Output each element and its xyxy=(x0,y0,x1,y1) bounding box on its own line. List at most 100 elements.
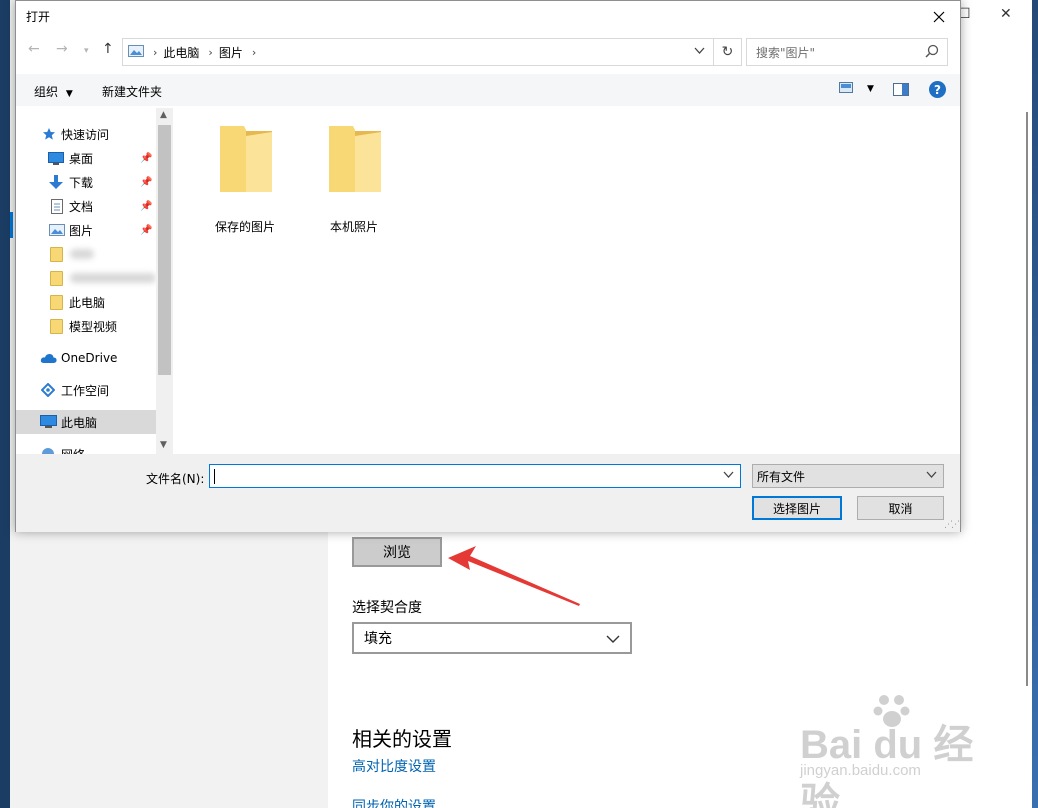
search-input[interactable]: 搜索"图片" xyxy=(746,38,948,66)
computer-icon xyxy=(40,415,57,429)
nav-item-workspace[interactable]: 工作空间 xyxy=(16,378,172,402)
cancel-button[interactable]: 取消 xyxy=(857,496,944,520)
scroll-up-icon[interactable]: ▲ xyxy=(160,110,167,120)
folder-label: 本机照片 xyxy=(329,220,378,234)
open-file-dialog: 打开 ← → ▾ ↑ › 此电脑 › 图片 › ↻ 搜索"图片" 组织 ▼ 新建… xyxy=(15,0,961,532)
desktop-icon xyxy=(48,151,64,165)
watermark-text: Bai du 经验 xyxy=(800,723,974,808)
nav-item-this-pc[interactable]: 此电脑 xyxy=(16,410,172,434)
folder-icon xyxy=(50,318,63,334)
filetype-select[interactable]: 所有文件 xyxy=(752,464,944,488)
folder-icon xyxy=(50,246,63,262)
new-folder-button[interactable]: 新建文件夹 xyxy=(102,83,162,100)
resize-grip-icon[interactable]: ⋰⋰ xyxy=(944,520,960,530)
dialog-footer: 文件名(N): 所有文件 选择图片 取消 ⋰⋰ xyxy=(16,454,960,532)
refresh-icon[interactable]: ↻ xyxy=(714,38,742,66)
recent-locations-icon[interactable]: ▾ xyxy=(84,46,89,56)
nav-item-downloads[interactable]: 下载 📌 xyxy=(16,170,172,194)
nav-item-label: 图片 xyxy=(69,223,94,238)
workspace-icon xyxy=(41,383,55,397)
folder-icon xyxy=(50,270,63,286)
folder-icon xyxy=(220,126,272,192)
close-icon[interactable]: ✕ xyxy=(1000,6,1012,22)
blurred-label xyxy=(70,273,156,283)
nav-item-label: 文档 xyxy=(69,199,94,214)
settings-scrollbar[interactable] xyxy=(1026,112,1028,686)
up-arrow-icon[interactable]: ↑ xyxy=(102,41,114,57)
nav-item-blurred-folder[interactable] xyxy=(16,266,172,290)
organize-label: 组织 xyxy=(34,85,59,99)
forward-arrow-icon[interactable]: → xyxy=(56,41,68,57)
nav-item-onedrive[interactable]: OneDrive xyxy=(16,346,172,370)
address-bar[interactable]: › 此电脑 › 图片 › xyxy=(122,38,714,66)
filename-input[interactable] xyxy=(209,464,741,488)
nav-item-label: 此电脑 xyxy=(69,295,106,310)
breadcrumb-this-pc[interactable]: 此电脑 xyxy=(163,44,199,61)
pin-icon: 📌 xyxy=(140,200,153,212)
folder-icon xyxy=(329,126,381,192)
star-icon xyxy=(42,127,56,141)
nav-item-blurred-folder[interactable] xyxy=(16,242,172,266)
chevron-down-icon: ▼ xyxy=(65,89,73,99)
nav-item-quick-access[interactable]: 快速访问 xyxy=(16,122,172,146)
chevron-down-icon xyxy=(926,469,937,482)
nav-item-label: OneDrive xyxy=(61,351,118,365)
open-button[interactable]: 选择图片 xyxy=(752,496,842,520)
chevron-down-icon[interactable] xyxy=(694,45,705,58)
breadcrumb-pictures[interactable]: 图片 xyxy=(219,44,243,61)
organize-button[interactable]: 组织 ▼ xyxy=(34,83,73,100)
red-arrow-annotation xyxy=(448,546,580,606)
nav-item-label: 网络 xyxy=(61,446,85,455)
nav-item-documents[interactable]: 文档 📌 xyxy=(16,194,172,218)
navigation-scrollbar[interactable]: ▲ ▼ xyxy=(156,108,173,454)
pin-icon: 📌 xyxy=(140,152,153,164)
watermark-url: jingyan.baidu.com xyxy=(800,762,921,779)
download-icon xyxy=(49,174,63,190)
back-arrow-icon[interactable]: ← xyxy=(28,41,40,57)
related-settings-heading: 相关的设置 xyxy=(352,727,452,751)
fit-select-value: 填充 xyxy=(364,631,392,647)
breadcrumb-separator-icon: › xyxy=(251,45,257,59)
browse-button[interactable]: 浏览 xyxy=(352,537,442,567)
breadcrumb-separator-icon: › xyxy=(153,45,158,59)
nav-item-label: 此电脑 xyxy=(61,415,98,430)
nav-item-label: 模型视频 xyxy=(69,319,118,334)
network-icon xyxy=(41,447,55,454)
chevron-down-icon[interactable] xyxy=(723,469,734,482)
folder-icon xyxy=(50,294,63,310)
blurred-label xyxy=(70,249,94,259)
folder-label: 保存的图片 xyxy=(214,220,275,234)
filetype-value: 所有文件 xyxy=(757,469,806,484)
pictures-icon xyxy=(49,224,65,236)
nav-item-pictures[interactable]: 图片 📌 xyxy=(16,218,172,242)
help-icon[interactable]: ? xyxy=(929,81,946,98)
pin-icon: 📌 xyxy=(140,176,153,188)
nav-item-label: 下载 xyxy=(69,175,94,190)
scrollbar-thumb[interactable] xyxy=(158,125,171,375)
folder-item-saved-pictures[interactable]: 保存的图片 xyxy=(192,122,298,234)
document-icon xyxy=(51,198,63,214)
nav-item-model-videos[interactable]: 模型视频 xyxy=(16,314,172,338)
nav-item-label: 快速访问 xyxy=(61,127,110,142)
chevron-down-icon: ▼ xyxy=(867,84,874,94)
nav-item-desktop[interactable]: 桌面 📌 xyxy=(16,146,172,170)
preview-pane-icon[interactable] xyxy=(893,83,909,99)
dialog-close-icon[interactable] xyxy=(924,3,954,31)
high-contrast-link[interactable]: 高对比度设置 xyxy=(352,756,436,776)
chevron-down-icon xyxy=(606,632,620,648)
file-list: 保存的图片 本机照片 xyxy=(174,108,960,454)
baidu-watermark: Bai du 经验 jingyan.baidu.com xyxy=(780,690,990,808)
folder-item-camera-roll[interactable]: 本机照片 xyxy=(301,122,407,234)
cloud-icon xyxy=(40,353,57,364)
nav-item-network[interactable]: 网络 xyxy=(16,442,172,454)
scroll-down-icon[interactable]: ▼ xyxy=(160,440,167,450)
fit-label: 选择契合度 xyxy=(352,600,422,616)
command-bar: 组织 ▼ 新建文件夹 ▼ ? xyxy=(16,74,960,106)
fit-select[interactable]: 填充 xyxy=(352,622,632,654)
nav-item-this-pc-folder[interactable]: 此电脑 xyxy=(16,290,172,314)
change-view-button[interactable]: ▼ xyxy=(839,82,874,96)
sync-settings-link[interactable]: 同步你的设置 xyxy=(352,796,436,808)
pin-icon: 📌 xyxy=(140,224,153,236)
nav-item-label: 桌面 xyxy=(69,151,94,166)
text-caret xyxy=(214,469,215,484)
